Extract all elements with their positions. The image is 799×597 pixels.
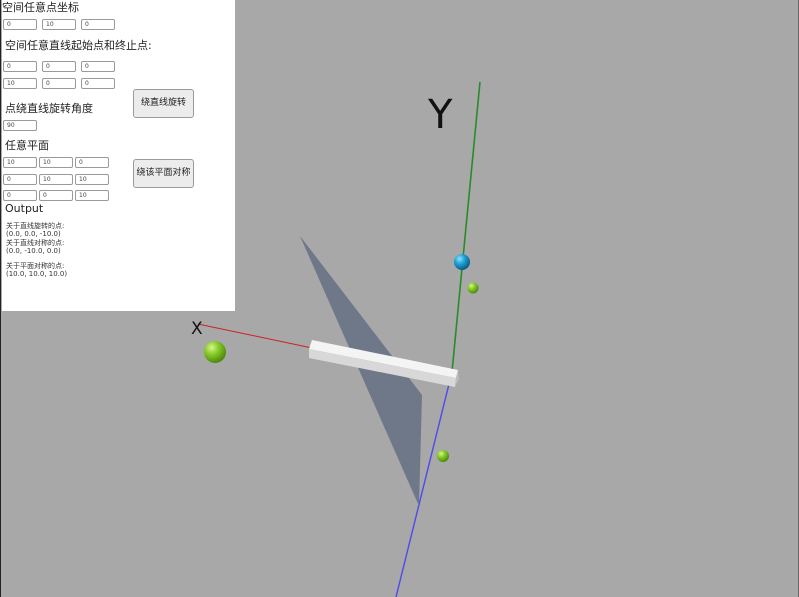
- plane-r3-z-input[interactable]: 10: [75, 190, 109, 201]
- plane-r2-x-input[interactable]: 0: [3, 174, 37, 185]
- point-sphere-lower: [437, 450, 449, 462]
- line-title: 空间任意直线起始点和终止点:: [5, 39, 152, 52]
- point-sphere-blue: [454, 254, 470, 270]
- x-axis-label: X: [191, 319, 203, 339]
- control-panel: 空间任意点坐标 0 10 0 空间任意直线起始点和终止点: 0 0 0 10 0…: [2, 0, 235, 311]
- line-end-x-input[interactable]: 10: [3, 78, 37, 89]
- output-rotate-value: (0.0, 0.0, -10.0): [6, 230, 61, 238]
- plane-r3-y-input[interactable]: 0: [39, 190, 73, 201]
- point-sphere-upper-right: [467, 282, 479, 294]
- mirror-across-plane-button[interactable]: 绕该平面对称: [133, 159, 194, 188]
- plane-r2-y-input[interactable]: 10: [39, 174, 73, 185]
- plane-r3-x-input[interactable]: 0: [3, 190, 37, 201]
- output-mirror-plane-label: 关于平面对称的点:: [6, 262, 65, 270]
- output-mirror-line-value: (0.0, -10.0, 0.0): [6, 247, 61, 255]
- point-title: 空间任意点坐标: [2, 1, 79, 14]
- plane-r2-z-input[interactable]: 10: [75, 174, 109, 185]
- plane-title: 任意平面: [5, 139, 49, 152]
- output-title: Output: [5, 202, 44, 215]
- plane-r1-y-input[interactable]: 10: [39, 157, 73, 168]
- line-start-x-input[interactable]: 0: [3, 61, 37, 72]
- line-end-z-input[interactable]: 0: [81, 78, 115, 89]
- output-mirror-line-label: 关于直线对称的点:: [6, 239, 65, 247]
- angle-input[interactable]: 90: [3, 120, 37, 131]
- plane-r1-z-input[interactable]: 0: [75, 157, 109, 168]
- point-y-input[interactable]: 10: [42, 19, 76, 30]
- point-sphere-left: [204, 341, 226, 363]
- point-x-input[interactable]: 0: [3, 19, 37, 30]
- rotate-around-line-button[interactable]: 绕直线旋转: [133, 89, 194, 118]
- angle-title: 点绕直线旋转角度: [5, 102, 93, 115]
- line-start-y-input[interactable]: 0: [42, 61, 76, 72]
- line-start-z-input[interactable]: 0: [81, 61, 115, 72]
- y-axis-label: Y: [427, 92, 453, 138]
- output-mirror-plane-value: (10.0, 10.0, 10.0): [6, 270, 68, 278]
- y-axis-line: [451, 81, 481, 373]
- plane-r1-x-input[interactable]: 10: [3, 157, 37, 168]
- output-rotate-label: 关于直线旋转的点:: [6, 222, 65, 230]
- point-z-input[interactable]: 0: [81, 19, 115, 30]
- line-end-y-input[interactable]: 0: [42, 78, 76, 89]
